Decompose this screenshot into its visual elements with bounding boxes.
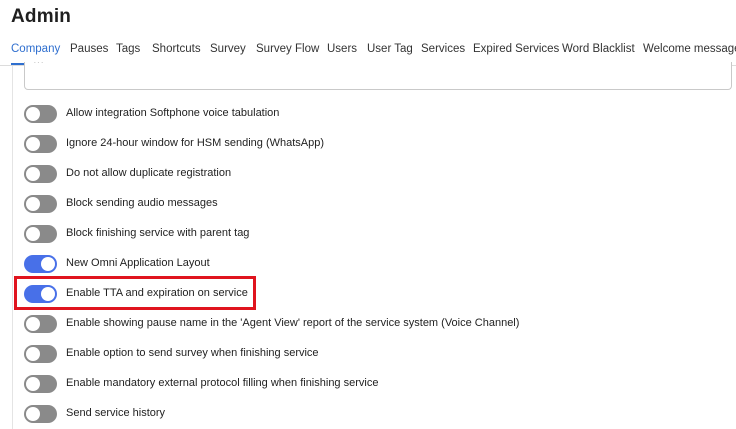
toggle-knob (26, 407, 40, 421)
toggle-knob (26, 197, 40, 211)
setting-label: Enable showing pause name in the 'Agent … (66, 317, 520, 329)
tab-survey-flow[interactable]: Survey Flow (256, 43, 319, 55)
setting-label: Block finishing service with parent tag (66, 227, 250, 239)
setting-label: Block sending audio messages (66, 197, 218, 209)
page-title: Admin (11, 6, 72, 27)
toggle-switch[interactable] (24, 165, 57, 183)
tab-tags[interactable]: Tags (116, 43, 140, 55)
toggle-knob (26, 317, 40, 331)
toggle-knob (26, 107, 40, 121)
toggle-switch[interactable] (24, 375, 57, 393)
toggle-switch[interactable] (24, 315, 57, 333)
toggle-knob (26, 377, 40, 391)
setting-row: Ignore 24-hour window for HSM sending (W… (24, 134, 724, 154)
tab-welcome-message[interactable]: Welcome message (643, 43, 736, 55)
toggle-knob (26, 137, 40, 151)
toggle-switch[interactable] (24, 195, 57, 213)
admin-app: Admin Company Pauses Tags Shortcuts Surv… (0, 0, 736, 429)
company-input-value: ··· (33, 62, 44, 68)
toggle-switch[interactable] (24, 405, 57, 423)
toggle-switch[interactable] (24, 345, 57, 363)
setting-row: New Omni Application Layout (24, 254, 724, 274)
tab-users[interactable]: Users (327, 43, 357, 55)
setting-row: Send service history (24, 404, 724, 424)
toggle-switch[interactable] (24, 105, 57, 123)
toggle-knob (26, 227, 40, 241)
toggle-switch[interactable] (24, 135, 57, 153)
setting-row: Enable option to send survey when finish… (24, 344, 724, 364)
tab-shortcuts[interactable]: Shortcuts (152, 43, 201, 55)
setting-row: Block finishing service with parent tag (24, 224, 724, 244)
tab-survey[interactable]: Survey (210, 43, 246, 55)
highlight-annotation-box (14, 276, 256, 310)
tab-services[interactable]: Services (421, 43, 465, 55)
setting-label: Allow integration Softphone voice tabula… (66, 107, 280, 119)
toggle-switch[interactable] (24, 255, 57, 273)
toggle-knob (26, 167, 40, 181)
tab-user-tag[interactable]: User Tag (367, 43, 413, 55)
setting-label: Do not allow duplicate registration (66, 167, 232, 179)
toggle-knob (41, 257, 55, 271)
setting-label: Enable mandatory external protocol filli… (66, 377, 379, 389)
setting-row: Block sending audio messages (24, 194, 724, 214)
setting-label: New Omni Application Layout (66, 257, 210, 269)
tab-expired-services[interactable]: Expired Services (473, 43, 559, 55)
setting-row: Enable showing pause name in the 'Agent … (24, 314, 724, 334)
setting-label: Ignore 24-hour window for HSM sending (W… (66, 137, 325, 149)
setting-row: Enable mandatory external protocol filli… (24, 374, 724, 394)
tab-word-blacklist[interactable]: Word Blacklist (562, 43, 635, 55)
setting-row: Allow integration Softphone voice tabula… (24, 104, 724, 124)
company-input-field[interactable]: ··· (24, 62, 732, 90)
setting-label: Enable option to send survey when finish… (66, 347, 319, 359)
toggle-switch[interactable] (24, 225, 57, 243)
setting-label: Send service history (66, 407, 166, 419)
setting-row: Do not allow duplicate registration (24, 164, 724, 184)
content-left-rule (12, 66, 13, 429)
tab-company[interactable]: Company (11, 43, 60, 55)
tab-pauses[interactable]: Pauses (70, 43, 108, 55)
toggle-knob (26, 347, 40, 361)
